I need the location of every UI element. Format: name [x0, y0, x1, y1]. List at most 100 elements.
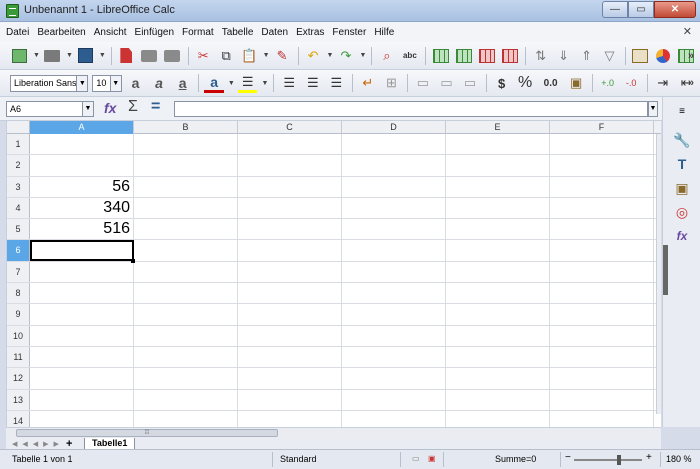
insert-columns-icon[interactable]: [454, 46, 473, 66]
more-formatting-icon[interactable]: »: [688, 77, 694, 89]
menu-einfuegen[interactable]: Einfügen: [135, 27, 174, 38]
cell[interactable]: [550, 240, 654, 261]
select-all-corner[interactable]: [7, 121, 30, 134]
autofilter-icon[interactable]: ▽: [600, 46, 619, 66]
cell[interactable]: [550, 219, 654, 240]
italic-icon[interactable]: a: [149, 73, 169, 93]
zoom-slider-knob[interactable]: [617, 455, 621, 465]
cell[interactable]: [446, 155, 550, 176]
redo-icon[interactable]: ↷: [337, 46, 356, 66]
cell[interactable]: [134, 219, 238, 240]
row-header[interactable]: 3: [7, 176, 30, 197]
cell[interactable]: [342, 283, 446, 304]
sort-descending-icon[interactable]: ⇑: [577, 46, 596, 66]
close-document-icon[interactable]: ✕: [683, 25, 692, 38]
cell[interactable]: [550, 261, 654, 283]
cell[interactable]: [30, 155, 134, 176]
function-wizard-icon[interactable]: fx: [104, 100, 116, 116]
align-right-icon[interactable]: ☰: [327, 73, 347, 93]
cell[interactable]: [238, 304, 342, 325]
open-dropdown-icon[interactable]: ▼: [66, 52, 73, 59]
cell[interactable]: [342, 176, 446, 197]
paste-dropdown-icon[interactable]: ▼: [263, 52, 270, 59]
properties-icon[interactable]: 🔧: [671, 129, 693, 151]
cell[interactable]: [134, 283, 238, 304]
cell[interactable]: [134, 176, 238, 197]
row-header[interactable]: 12: [7, 368, 30, 389]
maximize-button[interactable]: ▭: [628, 1, 654, 18]
cell[interactable]: [550, 325, 654, 346]
column-header[interactable]: B: [134, 121, 238, 134]
merge-cells-icon[interactable]: ⊞: [382, 73, 402, 93]
cell[interactable]: [446, 325, 550, 346]
cell[interactable]: [238, 219, 342, 240]
cell[interactable]: 516: [30, 219, 134, 240]
cell[interactable]: [134, 134, 238, 155]
cell[interactable]: [30, 410, 134, 427]
cell[interactable]: [446, 219, 550, 240]
print-preview-icon[interactable]: [163, 46, 182, 66]
font-name-box[interactable]: Liberation Sans ▼: [10, 74, 89, 92]
highlight-dropdown-icon[interactable]: ▼: [261, 80, 268, 87]
align-left-icon[interactable]: ☰: [279, 73, 299, 93]
cell[interactable]: [30, 283, 134, 304]
undo-icon[interactable]: ↶: [304, 46, 323, 66]
font-color-dropdown-icon[interactable]: ▼: [228, 80, 235, 87]
cell[interactable]: [30, 240, 135, 264]
sheet-nav-arrows-icon[interactable]: ◀◀◀▶▶: [12, 440, 64, 448]
row-header[interactable]: 13: [7, 389, 30, 410]
cell[interactable]: [446, 134, 550, 155]
cell[interactable]: [342, 410, 446, 427]
cell[interactable]: [446, 346, 550, 368]
row-header[interactable]: 14: [7, 410, 30, 427]
cell[interactable]: [342, 346, 446, 368]
cell[interactable]: [134, 304, 238, 325]
vertical-scrollbar[interactable]: ▲ ▼: [656, 134, 661, 414]
scroll-up-icon[interactable]: ▲: [657, 134, 661, 145]
cell[interactable]: [446, 197, 550, 219]
cell[interactable]: [238, 197, 342, 219]
undo-dropdown-icon[interactable]: ▼: [327, 52, 334, 59]
cell[interactable]: [238, 346, 342, 368]
cell[interactable]: [30, 134, 134, 155]
cell[interactable]: [342, 389, 446, 410]
cell[interactable]: [30, 389, 134, 410]
minimize-button[interactable]: —: [602, 1, 628, 18]
row-header[interactable]: 4: [7, 197, 30, 219]
cell[interactable]: [550, 368, 654, 389]
cell[interactable]: [238, 389, 342, 410]
menu-hilfe[interactable]: Hilfe: [374, 27, 394, 38]
expand-formula-icon[interactable]: ▼: [648, 101, 658, 117]
underline-icon[interactable]: a: [173, 73, 193, 93]
cell[interactable]: [238, 261, 342, 283]
formula-input[interactable]: [174, 101, 648, 117]
name-box[interactable]: A6 ▼: [6, 101, 94, 117]
cell[interactable]: 56: [30, 176, 134, 197]
cut-icon[interactable]: ✂: [194, 46, 213, 66]
scroll-down-icon[interactable]: ▼: [657, 403, 661, 414]
sum-icon[interactable]: Σ: [128, 98, 138, 116]
sidebar-collapse-handle[interactable]: [663, 245, 668, 295]
align-middle-icon[interactable]: ▭: [437, 73, 457, 93]
cell[interactable]: [238, 240, 342, 261]
functions-icon[interactable]: fx: [671, 225, 693, 247]
column-header[interactable]: A: [30, 121, 134, 134]
cell[interactable]: [446, 368, 550, 389]
new-dropdown-icon[interactable]: ▼: [33, 52, 40, 59]
paste-icon[interactable]: 📋: [240, 46, 259, 66]
row-header[interactable]: 9: [7, 304, 30, 325]
cell[interactable]: [342, 219, 446, 240]
zoom-in-icon[interactable]: +: [646, 452, 652, 463]
row-header[interactable]: 10: [7, 325, 30, 346]
cell[interactable]: [342, 197, 446, 219]
open-icon[interactable]: [43, 46, 62, 66]
scroll-thumb[interactable]: ⁞⁞⁞: [16, 429, 278, 437]
chart-icon[interactable]: [654, 46, 673, 66]
save-dropdown-icon[interactable]: ▼: [99, 52, 106, 59]
cell[interactable]: [342, 155, 446, 176]
row-header[interactable]: 5: [7, 219, 30, 240]
new-icon[interactable]: [10, 46, 29, 66]
cell[interactable]: [446, 389, 550, 410]
clone-format-icon[interactable]: ✎: [273, 46, 292, 66]
cell[interactable]: [550, 176, 654, 197]
